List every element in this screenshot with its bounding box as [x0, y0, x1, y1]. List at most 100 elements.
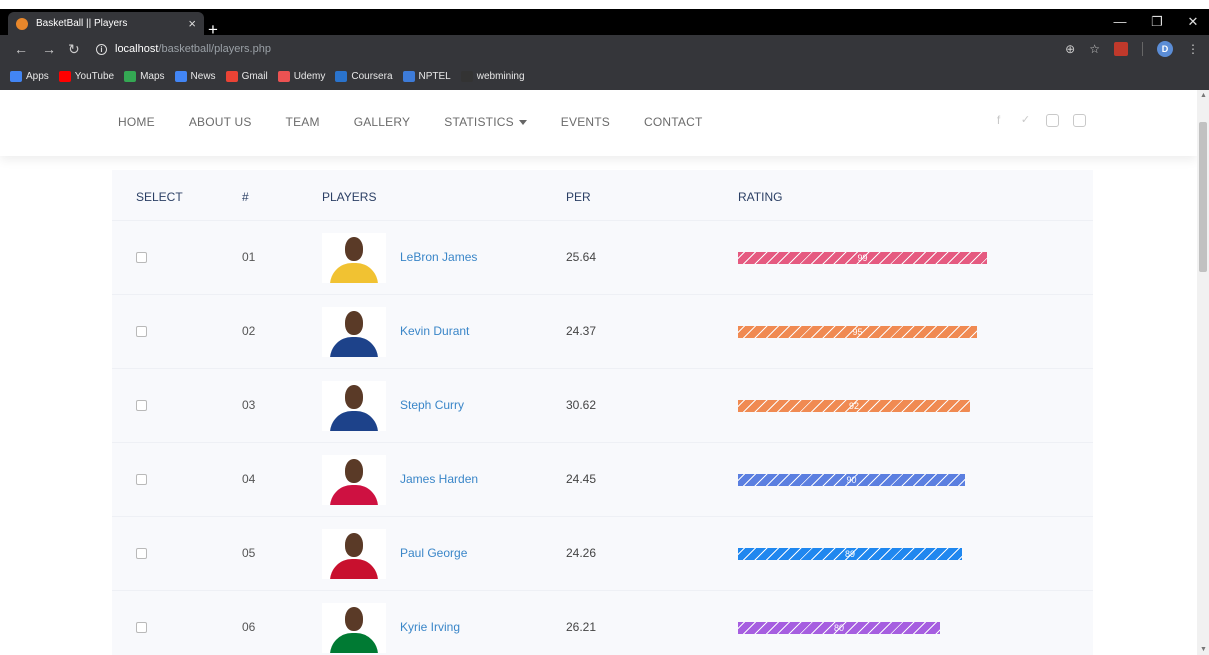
per-value: 24.45 [566, 472, 597, 486]
bookmark-item[interactable]: Coursera [335, 71, 393, 82]
maps-icon [124, 71, 137, 82]
nav-item-label: CONTACT [644, 115, 703, 129]
player-photo [322, 529, 386, 579]
player-jersey [330, 633, 378, 653]
nav-item-events[interactable]: EVENTS [561, 115, 610, 129]
nav-item-statistics[interactable]: STATISTICS [444, 115, 527, 129]
rating-value: 80 [833, 623, 844, 633]
nav-item-team[interactable]: TEAM [286, 115, 320, 129]
nav-item-contact[interactable]: CONTACT [644, 115, 703, 129]
main-menu: HOME ABOUT US TEAM GALLERY STATISTICS EVENTS C… [118, 115, 737, 129]
bookmark-item[interactable]: YouTube [58, 71, 115, 82]
window-top-strip [0, 0, 1209, 9]
nav-item-label: TEAM [285, 115, 320, 129]
player-name-link[interactable]: Kyrie Irving [400, 620, 460, 634]
player-jersey [330, 263, 378, 283]
select-checkbox[interactable] [136, 252, 147, 263]
nav-item-label: EVENTS [560, 115, 611, 129]
reload-icon[interactable]: ↻ [68, 40, 80, 58]
browser-tab[interactable]: BasketBall || Players × [8, 12, 204, 35]
scroll-thumb[interactable] [1199, 122, 1207, 272]
caret-down-icon [518, 119, 527, 125]
scroll-down-arrow-icon[interactable]: ▼ [1200, 646, 1207, 653]
page-scrollbar[interactable]: ▲ ▼ [1197, 90, 1209, 655]
forward-arrow-icon[interactable]: → [42, 40, 56, 58]
header-rating: RATING [738, 190, 783, 204]
bookmark-star-icon[interactable]: ☆ [1089, 40, 1100, 58]
header-number: # [242, 190, 249, 204]
player-head [345, 533, 363, 557]
github-icon [460, 71, 473, 82]
rating-bar: 80 [738, 622, 940, 634]
per-value: 25.64 [566, 250, 597, 264]
player-name-link[interactable]: LeBron James [400, 250, 477, 264]
row-number: 03 [242, 398, 256, 412]
tab-title: BasketBall || Players [36, 18, 128, 29]
facebook-icon[interactable]: f [992, 114, 1005, 127]
player-name-link[interactable]: Kevin Durant [400, 324, 469, 338]
scroll-up-arrow-icon[interactable]: ▲ [1200, 92, 1207, 99]
rating-bar: 89 [738, 548, 962, 560]
restore-icon[interactable]: ❐ [1142, 9, 1172, 35]
player-jersey [330, 559, 378, 579]
header-select: SELECT [136, 190, 183, 204]
select-checkbox[interactable] [136, 474, 147, 485]
rating-bar: 95 [738, 326, 977, 338]
bookmark-item[interactable]: Maps [124, 71, 165, 82]
per-value: 24.37 [566, 324, 597, 338]
bookmark-label: YouTube [74, 71, 115, 82]
nav-item-about-us[interactable]: ABOUT US [189, 115, 252, 129]
window-close-icon[interactable]: ✕ [1178, 9, 1208, 35]
table-row: 02 Kevin Durant 24.37 95 [112, 294, 1093, 368]
back-arrow-icon[interactable]: ← [14, 40, 28, 58]
minimize-icon[interactable]: — [1105, 9, 1135, 35]
url-path: /basketball/players.php [158, 43, 271, 55]
nav-item-gallery[interactable]: GALLERY [354, 115, 411, 129]
udemy-icon [277, 71, 290, 82]
pdf-extension-icon[interactable] [1114, 42, 1128, 56]
header-per: PER [566, 190, 591, 204]
bookmark-label: Coursera [351, 71, 393, 82]
select-checkbox[interactable] [136, 622, 147, 633]
tab-close-icon[interactable]: × [188, 16, 196, 31]
skype-icon[interactable] [1073, 114, 1086, 127]
table-header: SELECT # PLAYERS PER RATING [112, 170, 1093, 220]
kebab-menu-icon[interactable]: ⋮ [1187, 40, 1199, 58]
select-checkbox[interactable] [136, 400, 147, 411]
select-checkbox[interactable] [136, 548, 147, 559]
table-row: 01 LeBron James 25.64 99 [112, 220, 1093, 294]
player-head [345, 607, 363, 631]
bookmark-label: Udemy [293, 71, 326, 82]
url-host: localhost [115, 43, 159, 55]
nav-item-label: ABOUT US [188, 115, 252, 129]
bookmark-item[interactable]: Apps [10, 71, 49, 82]
bookmark-item[interactable]: Udemy [277, 71, 326, 82]
url-field[interactable]: i localhost /basketball/players.php [96, 40, 271, 58]
nav-item-home[interactable]: HOME [118, 115, 155, 129]
rating-bar: 92 [738, 400, 970, 412]
twitter-icon[interactable]: ✓ [1019, 114, 1032, 127]
player-name-link[interactable]: Steph Curry [400, 398, 464, 412]
select-checkbox[interactable] [136, 326, 147, 337]
gmail-icon [225, 71, 238, 82]
news-icon [174, 71, 187, 82]
apps-grid-icon [10, 71, 22, 82]
zoom-icon[interactable]: ⊕ [1065, 40, 1075, 58]
player-photo [322, 603, 386, 653]
social-links: f ✓ [992, 114, 1086, 127]
player-head [345, 311, 363, 335]
per-value: 26.21 [566, 620, 597, 634]
site-info-icon[interactable]: i [96, 43, 107, 55]
bookmark-item[interactable]: webmining [460, 71, 525, 82]
bookmark-item[interactable]: News [174, 71, 216, 82]
bookmark-item[interactable]: Gmail [225, 71, 268, 82]
profile-avatar[interactable]: D [1157, 41, 1173, 57]
table-row: 05 Paul George 24.26 89 [112, 516, 1093, 590]
player-name-link[interactable]: Paul George [400, 546, 467, 560]
nav-item-label: HOME [118, 115, 155, 129]
player-head [345, 385, 363, 409]
instagram-icon[interactable] [1046, 114, 1059, 127]
bookmark-item[interactable]: NPTEL [402, 71, 451, 82]
row-number: 05 [242, 546, 256, 560]
player-name-link[interactable]: James Harden [400, 472, 478, 486]
